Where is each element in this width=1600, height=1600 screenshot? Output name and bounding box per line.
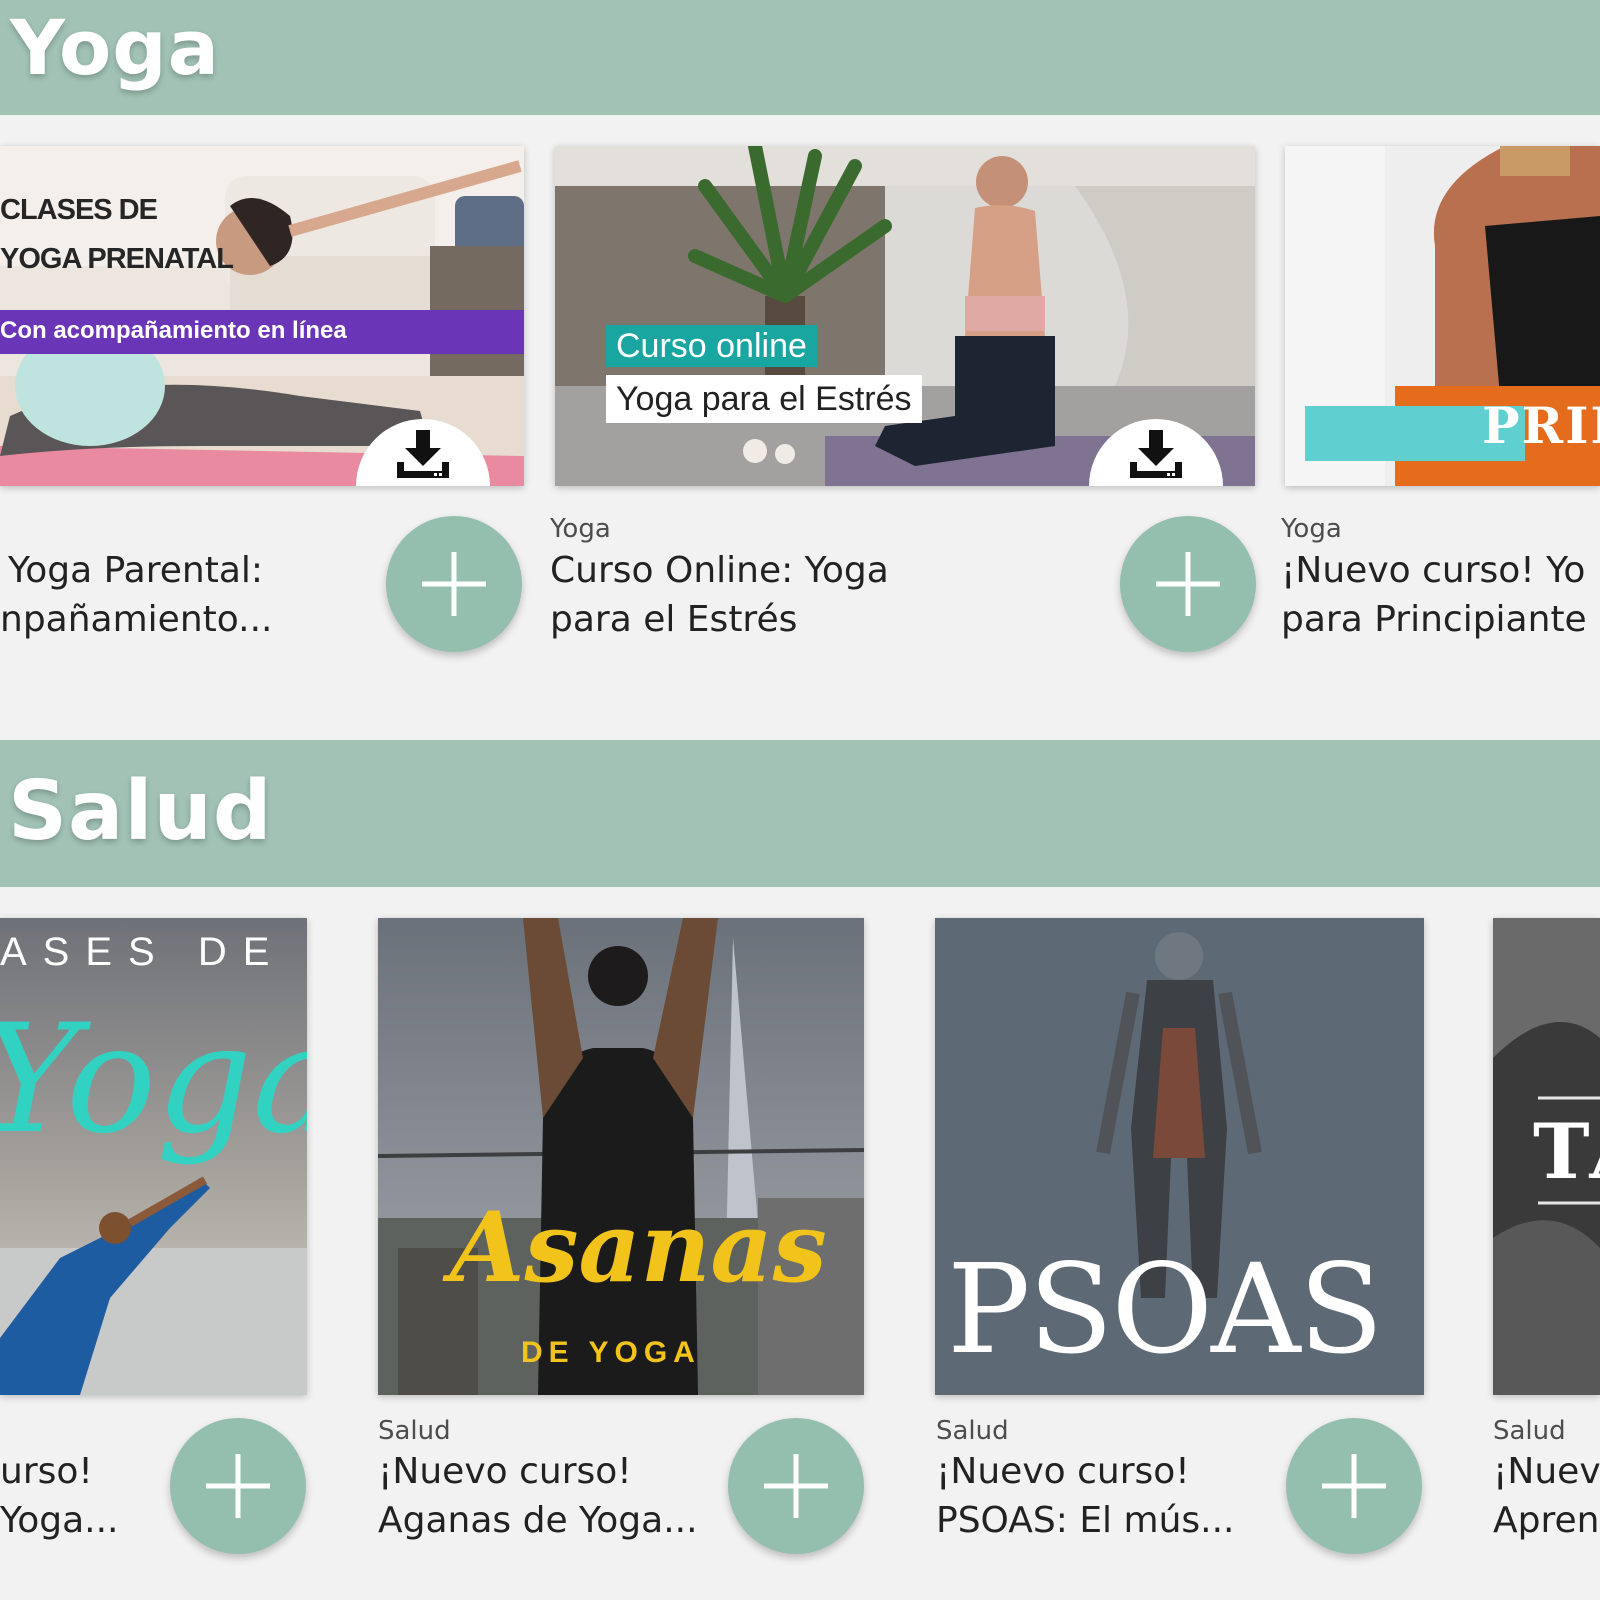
course-thumbnail-prenatal[interactable]: CLASES DE YOGA PRENATAL Con acompañamien… [0, 146, 524, 486]
download-icon [1130, 430, 1182, 478]
add-course-button[interactable] [1120, 516, 1256, 652]
section-title-salud: Salud [8, 764, 273, 859]
add-course-button[interactable] [170, 1418, 306, 1554]
plus-icon [206, 1454, 270, 1518]
thumbnail-chip-curso-online: Curso online [606, 325, 817, 367]
course-thumbnail-estres[interactable]: Curso online Yoga para el Estrés [555, 146, 1255, 486]
course-title-line1[interactable]: ¡Nuevo curso! [936, 1447, 1276, 1496]
course-category: Salud [936, 1416, 1009, 1446]
course-title-line2[interactable]: PSOAS: El mús... [936, 1496, 1276, 1545]
thumbnail-chip-course-name: Yoga para el Estrés [606, 375, 922, 423]
course-title-line1[interactable]: ¡Nuev [1493, 1447, 1600, 1496]
course-title-line2[interactable]: Apren [1493, 1496, 1600, 1545]
thumbnail-overlay-line2: YOGA PRENATAL [0, 243, 234, 275]
thumbnail-art [378, 918, 864, 1395]
thumbnail-overlay-top: ASES DE [0, 930, 286, 974]
course-title-line1[interactable]: ¡Nuevo curso! Yo [1281, 546, 1600, 595]
course-title-line2[interactable]: para el Estrés [550, 595, 1110, 644]
add-course-button[interactable] [1286, 1418, 1422, 1554]
course-category: Salud [378, 1416, 451, 1446]
add-course-button[interactable] [728, 1418, 864, 1554]
thumbnail-overlay-text: TA [1533, 1107, 1600, 1196]
thumbnail-overlay-text: PSOAS [947, 1238, 1384, 1382]
thumbnail-banner: Con acompañamiento en línea [0, 317, 347, 344]
course-thumbnail-clases-yoga[interactable]: ASES DE Yoga [0, 918, 307, 1395]
course-title-line1[interactable]: urso! [0, 1447, 160, 1496]
course-thumbnail-psoas[interactable]: PSOAS [935, 918, 1424, 1395]
download-icon [397, 430, 449, 478]
thumbnail-overlay-sub: DE YOGA [521, 1336, 701, 1369]
section-title-yoga: Yoga [10, 3, 220, 92]
plus-icon [764, 1454, 828, 1518]
thumbnail-overlay-text: PRIN [1482, 396, 1600, 455]
add-course-button[interactable] [386, 516, 522, 652]
course-category: Yoga [550, 514, 611, 544]
plus-icon [1156, 552, 1220, 616]
course-thumbnail-ta[interactable]: TA [1493, 918, 1600, 1395]
course-category: Yoga [1281, 514, 1342, 544]
thumbnail-overlay-line1: CLASES DE [0, 194, 158, 226]
course-category: Salud [1493, 1416, 1566, 1446]
plus-icon [422, 552, 486, 616]
course-thumbnail-asanas[interactable]: Asanas DE YOGA [378, 918, 864, 1395]
course-title-line2[interactable]: Yoga... [0, 1496, 160, 1545]
course-title-line1[interactable]: Curso Online: Yoga [550, 546, 1110, 595]
course-thumbnail-principiantes[interactable]: PRIN [1285, 146, 1600, 486]
course-title-line2[interactable]: para Principiante [1281, 595, 1600, 644]
thumbnail-overlay-script: Yoga [0, 993, 307, 1167]
section-header-yoga [0, 0, 1600, 115]
course-title-line2[interactable]: Aganas de Yoga... [378, 1496, 718, 1545]
thumbnail-overlay-script: Asanas [450, 1191, 827, 1304]
plus-icon [1322, 1454, 1386, 1518]
course-title-line1[interactable]: Yoga Parental: [8, 546, 368, 595]
course-title-line2[interactable]: npañamiento... [0, 595, 360, 644]
course-title-line1[interactable]: ¡Nuevo curso! [378, 1447, 718, 1496]
